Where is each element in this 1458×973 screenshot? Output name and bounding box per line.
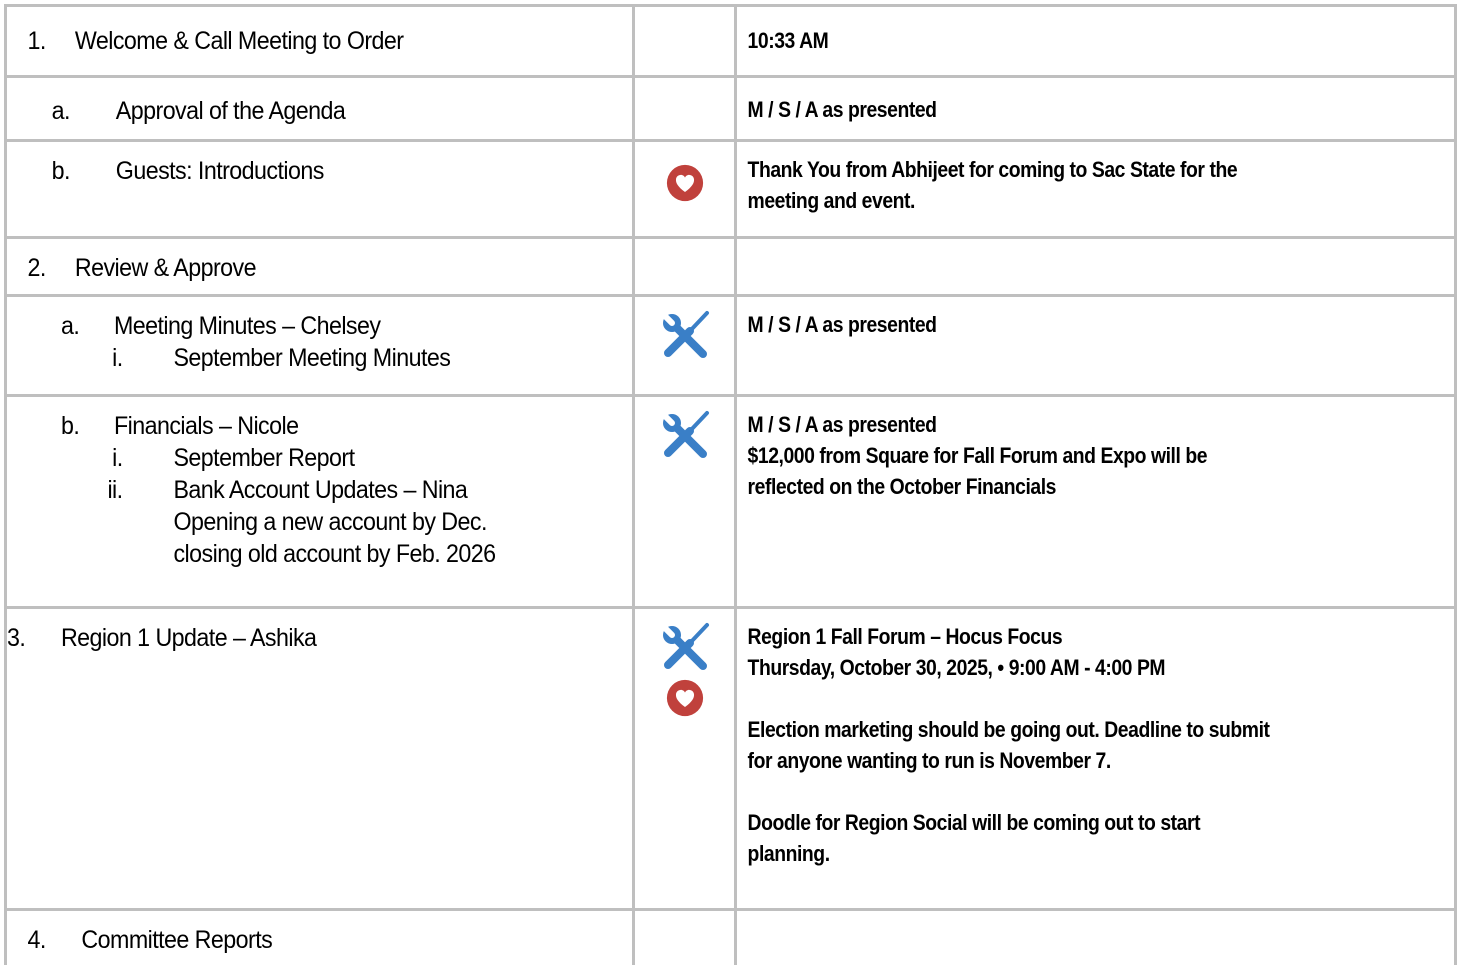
agenda-icon-cell <box>632 908 737 965</box>
note-spacer <box>748 776 1368 807</box>
note-line: $12,000 from Square for Fall Forum and E… <box>747 443 1208 468</box>
item-label: Welcome & Call Meeting to Order <box>74 27 404 55</box>
agenda-row: 4. Committee Reports <box>4 908 1457 965</box>
note-line: reflected on the October Financials <box>747 474 1057 499</box>
agenda-note-cell: 10:33 AM <box>734 4 1457 78</box>
item-label: Financials – Nicole <box>113 412 299 440</box>
agenda-item: 3. Region 1 Update – Ashika <box>7 609 588 905</box>
subitem-detail: closing old account by Feb. 2026 <box>173 540 496 568</box>
agenda-item-cell: 2. Review & Approve <box>4 236 635 297</box>
subitem-label: September Report <box>173 444 355 472</box>
item-number: 2. <box>27 254 46 282</box>
item-label: Approval of the Agenda <box>115 97 346 125</box>
agenda-row: 1. Welcome & Call Meeting to Order 10:33… <box>4 4 1457 78</box>
agenda-note-cell <box>734 908 1457 965</box>
item-label: Meeting Minutes – Chelsey <box>113 312 381 340</box>
item-number: a. <box>60 312 80 340</box>
agenda-item-cell: a. Meeting Minutes – Chelsey i. Septembe… <box>4 294 635 397</box>
item-number: b. <box>60 412 80 440</box>
item-label: Committee Reports <box>81 926 273 954</box>
item-label: Region 1 Update – Ashika <box>60 624 317 652</box>
agenda-note: Region 1 Fall Forum – Hocus Focus Thursd… <box>737 609 1368 869</box>
agenda-item: 4. Committee Reports <box>7 911 588 963</box>
agenda-icon-cell <box>632 139 737 239</box>
agenda-item-cell: b. Financials – Nicole i. September Repo… <box>4 394 635 609</box>
agenda-note: M / S / A as presented $12,000 from Squa… <box>737 397 1368 502</box>
subitem-number: i. <box>112 444 123 472</box>
subitem-label: Bank Account Updates – Nina <box>173 476 468 504</box>
note-spacer <box>748 683 1368 714</box>
item-label: Guests: Introductions <box>115 157 325 185</box>
agenda-item: b. Financials – Nicole i. September Repo… <box>7 397 588 603</box>
tools-icon <box>659 410 711 462</box>
agenda-note-cell: Region 1 Fall Forum – Hocus Focus Thursd… <box>734 606 1457 911</box>
agenda-icon-cell <box>632 394 737 609</box>
tools-icon <box>659 622 711 674</box>
note-line: Thursday, October 30, 2025, • 9:00 AM - … <box>747 655 1166 680</box>
agenda-note: Thank You from Abhijeet for coming to Sa… <box>737 142 1368 216</box>
note-line: for anyone wanting to run is November 7. <box>747 748 1112 773</box>
subitem-detail: Opening a new account by Dec. <box>173 508 487 536</box>
agenda-item: 1. Welcome & Call Meeting to Order <box>7 7 588 71</box>
agenda-table: 1. Welcome & Call Meeting to Order 10:33… <box>4 4 1457 965</box>
heart-icon <box>666 679 704 717</box>
agenda-note: M / S / A as presented <box>747 312 937 337</box>
heart-icon <box>666 164 704 202</box>
agenda-row: 2. Review & Approve <box>4 236 1457 297</box>
agenda-note: 10:33 AM <box>747 28 829 53</box>
agenda-note-cell <box>734 236 1457 297</box>
item-label: Review & Approve <box>74 254 257 282</box>
agenda-note-cell: M / S / A as presented <box>734 75 1457 142</box>
item-number: 4. <box>27 926 46 954</box>
item-number: a. <box>51 97 71 125</box>
agenda-item-cell: 4. Committee Reports <box>4 908 635 965</box>
subitem-number: ii. <box>107 476 123 504</box>
agenda-row: a. Meeting Minutes – Chelsey i. Septembe… <box>4 294 1457 397</box>
agenda-item: 2. Review & Approve <box>7 239 588 291</box>
agenda-item: a. Meeting Minutes – Chelsey i. Septembe… <box>7 297 588 391</box>
agenda-item: a. Approval of the Agenda <box>7 78 588 136</box>
item-number: b. <box>51 157 71 185</box>
agenda-row: b. Guests: Introductions Thank You from … <box>4 139 1457 239</box>
agenda-icon-cell <box>632 606 737 911</box>
note-line: Election marketing should be going out. … <box>747 717 1270 742</box>
agenda-note-cell: Thank You from Abhijeet for coming to Sa… <box>734 139 1457 239</box>
item-number: 3. <box>7 624 26 652</box>
agenda-item-cell: 3. Region 1 Update – Ashika <box>4 606 635 911</box>
agenda-row: 3. Region 1 Update – Ashika Region 1 Fal… <box>4 606 1457 911</box>
note-line: M / S / A as presented <box>747 412 937 437</box>
note-line: Thank You from Abhijeet for coming to Sa… <box>747 157 1238 182</box>
tools-icon <box>659 310 711 362</box>
agenda-icon-cell <box>632 4 737 78</box>
agenda-row: b. Financials – Nicole i. September Repo… <box>4 394 1457 609</box>
agenda-note-cell: M / S / A as presented $12,000 from Squa… <box>734 394 1457 609</box>
note-line: meeting and event. <box>747 188 916 213</box>
note-line: Doodle for Region Social will be coming … <box>747 810 1201 835</box>
subitem-number: i. <box>112 344 123 372</box>
agenda-icon-cell <box>632 236 737 297</box>
agenda-icon-cell <box>632 75 737 142</box>
note-line: planning. <box>747 841 831 866</box>
subitem-label: September Meeting Minutes <box>173 344 451 372</box>
agenda-item: b. Guests: Introductions <box>7 142 588 232</box>
note-line: Region 1 Fall Forum – Hocus Focus <box>747 624 1063 649</box>
agenda-item-cell: 1. Welcome & Call Meeting to Order <box>4 4 635 78</box>
agenda-row: a. Approval of the Agenda M / S / A as p… <box>4 75 1457 142</box>
agenda-note: M / S / A as presented <box>747 97 937 122</box>
agenda-item-cell: a. Approval of the Agenda <box>4 75 635 142</box>
agenda-item-cell: b. Guests: Introductions <box>4 139 635 239</box>
agenda-note-cell: M / S / A as presented <box>734 294 1457 397</box>
agenda-icon-cell <box>632 294 737 397</box>
item-number: 1. <box>27 27 46 55</box>
